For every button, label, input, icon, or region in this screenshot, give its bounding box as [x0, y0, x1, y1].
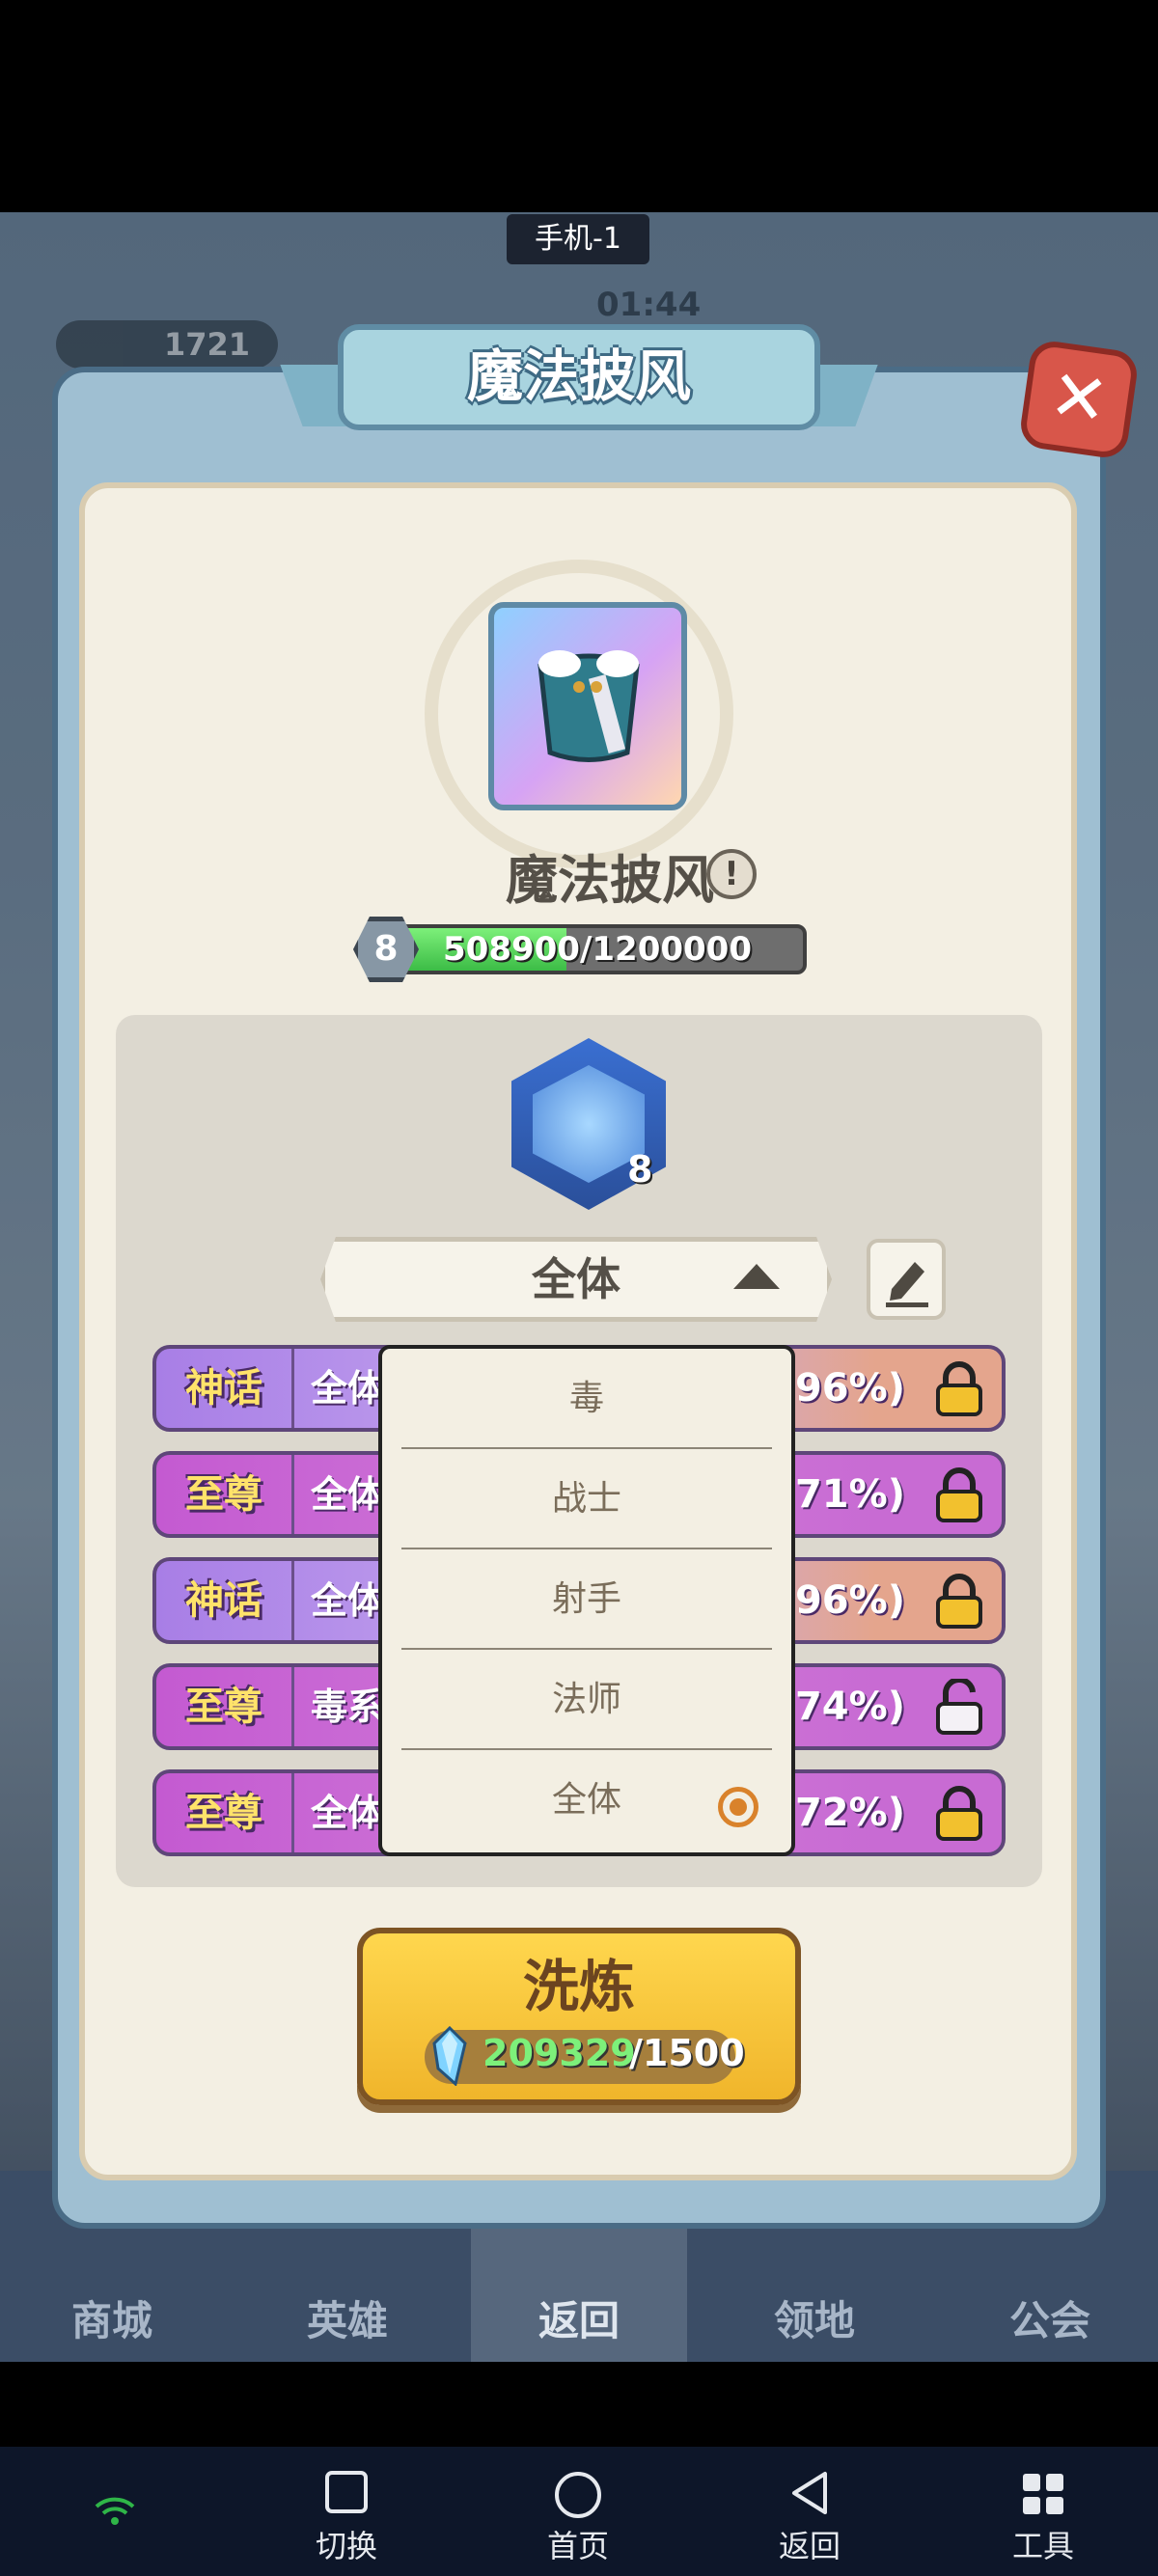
game-nav-shop[interactable]: 商城 — [35, 2288, 189, 2347]
game-nav-back[interactable]: 返回 — [502, 2288, 656, 2347]
target-dropdown: 毒 战士 射手 法师 全体 — [378, 1345, 795, 1856]
rarity-tag: 神话 — [156, 1349, 294, 1428]
selected-radio-dot — [730, 1798, 747, 1816]
wifi-icon — [95, 2497, 135, 2525]
dropdown-option-mage[interactable]: 法师 — [382, 1650, 791, 1750]
home-icon[interactable] — [553, 2470, 603, 2520]
crystal-cost: /1500 — [629, 2032, 745, 2074]
game-nav-heroes[interactable]: 英雄 — [270, 2288, 425, 2347]
cape-icon — [538, 650, 640, 762]
close-button[interactable]: ✕ — [1017, 338, 1141, 461]
back-triangle-icon[interactable] — [788, 2470, 831, 2516]
lock-closed-icon[interactable] — [932, 1785, 986, 1843]
lock-open-icon[interactable] — [932, 1679, 986, 1737]
stat-target: 全体 — [311, 1473, 385, 1516]
dialog-title: 魔法披风 — [338, 324, 820, 430]
item-name: 魔法披风 — [506, 850, 714, 911]
lock-closed-icon[interactable] — [932, 1360, 986, 1418]
info-icon[interactable]: ! — [706, 849, 757, 899]
stat-target: 全体 — [311, 1792, 385, 1834]
switch-icon[interactable] — [324, 2470, 369, 2514]
game-nav-territory[interactable]: 领地 — [737, 2288, 892, 2347]
lock-closed-icon[interactable] — [932, 1573, 986, 1631]
system-nav-back[interactable]: 返回 — [761, 2522, 858, 2566]
system-nav-tools[interactable]: 工具 — [995, 2522, 1091, 2566]
lock-closed-icon[interactable] — [932, 1466, 986, 1524]
xp-text: 508900/1200000 — [443, 930, 752, 969]
system-nav-home[interactable]: 首页 — [530, 2522, 626, 2566]
stat-target: 毒系 — [311, 1685, 385, 1728]
device-label: 手机-1 — [507, 214, 649, 264]
stat-percent: (74%) — [777, 1685, 905, 1729]
rarity-tag: 至尊 — [156, 1667, 294, 1746]
close-icon: ✕ — [1044, 353, 1114, 442]
edit-button[interactable] — [867, 1239, 946, 1320]
stat-percent: (71%) — [777, 1472, 905, 1517]
crystal-icon — [432, 2026, 467, 2086]
game-nav-guild[interactable]: 公会 — [973, 2288, 1127, 2347]
rarity-tag: 至尊 — [156, 1455, 294, 1534]
pencil-icon — [886, 1262, 928, 1307]
refine-label: 洗炼 — [522, 1954, 635, 2019]
dropdown-option-poison[interactable]: 毒 — [382, 1349, 791, 1449]
dropdown-option-archer[interactable]: 射手 — [382, 1549, 791, 1650]
stat-percent: (96%) — [777, 1578, 905, 1623]
hero-level: 8 — [627, 1148, 653, 1191]
stat-percent: (96%) — [777, 1366, 905, 1411]
stat-target: 全体 — [311, 1579, 385, 1622]
tools-grid-icon[interactable] — [1021, 2472, 1065, 2516]
stat-percent: (72%) — [777, 1791, 905, 1835]
status-area — [0, 0, 1158, 212]
system-nav-switch[interactable]: 切换 — [298, 2522, 395, 2566]
rarity-tag: 至尊 — [156, 1773, 294, 1852]
dropdown-option-warrior[interactable]: 战士 — [382, 1449, 791, 1549]
rarity-tag: 神话 — [156, 1561, 294, 1640]
chevron-up-icon — [733, 1264, 780, 1289]
crystal-owned: 209329 — [482, 2032, 636, 2074]
stat-target: 全体 — [311, 1367, 385, 1410]
